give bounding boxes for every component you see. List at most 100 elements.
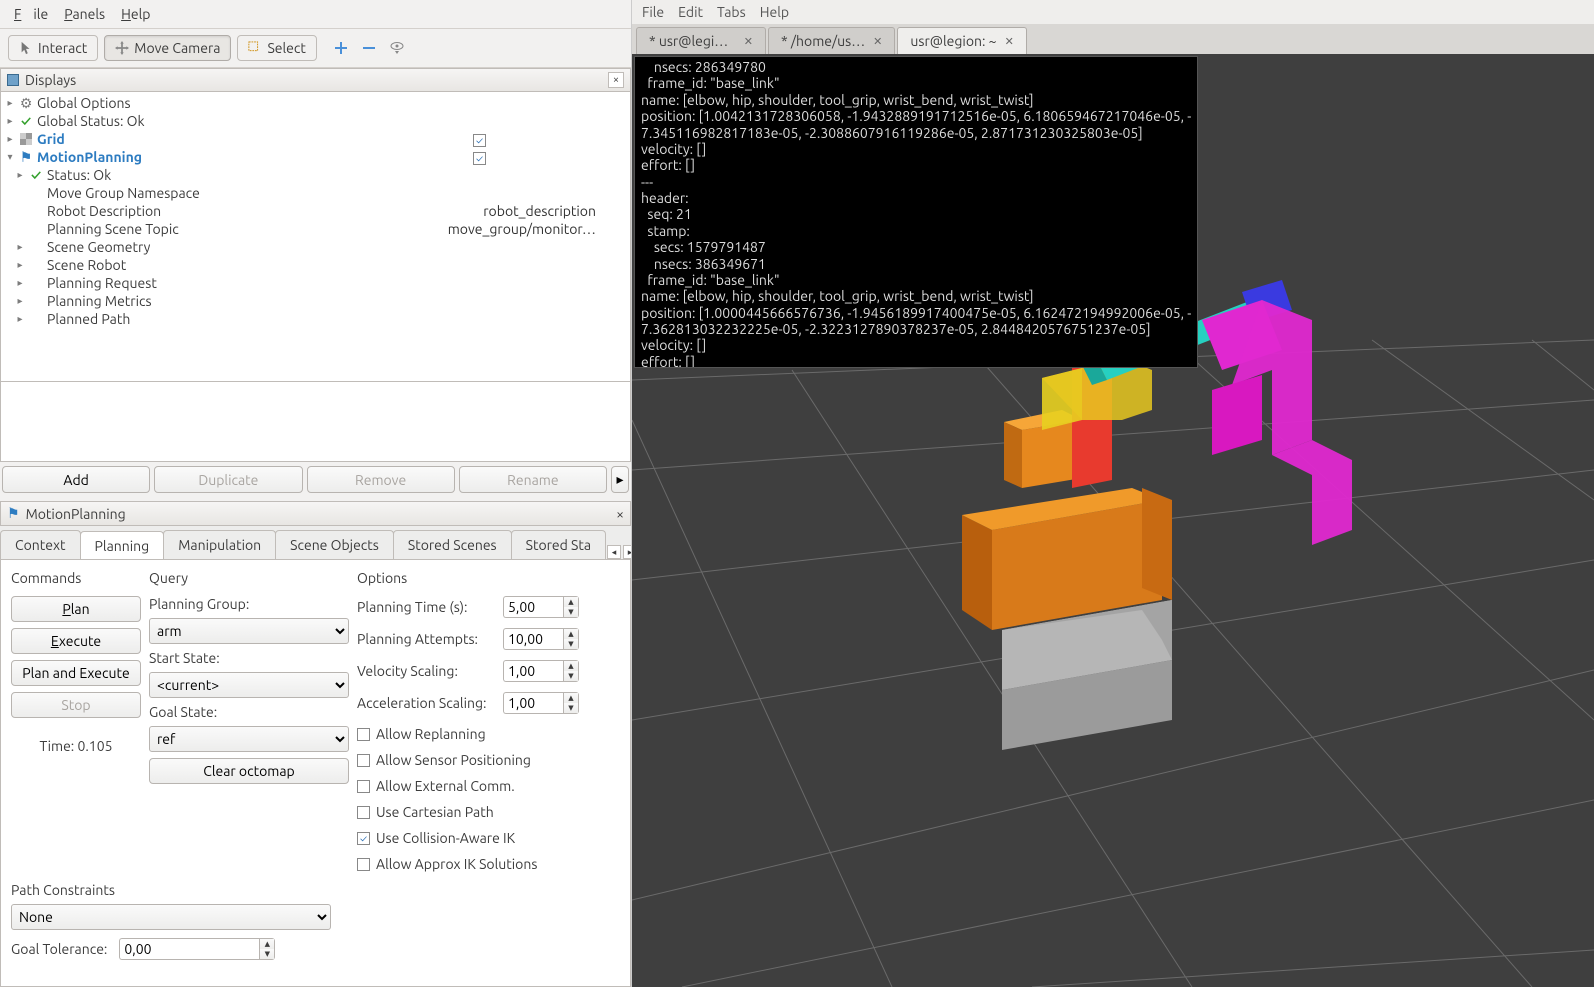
tab-stored-scenes[interactable]: Stored Scenes — [393, 530, 512, 559]
spin-down-icon[interactable]: ▼ — [564, 639, 578, 649]
scroll-right-button[interactable]: ▸ — [611, 466, 629, 493]
spin-up-icon[interactable]: ▲ — [564, 629, 578, 639]
focus-minus-icon[interactable] — [361, 40, 377, 56]
tab-scene-objects[interactable]: Scene Objects — [275, 530, 394, 559]
tabs-scroll-right-button[interactable]: ▸ — [623, 545, 631, 559]
approxik-checkbox[interactable] — [357, 858, 370, 871]
spin-down-icon[interactable]: ▼ — [260, 949, 274, 959]
replanning-checkbox[interactable] — [357, 728, 370, 741]
terminal-output[interactable]: nsecs: 286349780 frame_id: "base_link" n… — [634, 56, 1198, 368]
tree-mp-path[interactable]: Planned Path — [47, 311, 130, 327]
close-icon[interactable]: ✕ — [744, 35, 753, 48]
stop-button[interactable]: Stop — [11, 692, 141, 718]
tree-mp-planreq[interactable]: Planning Request — [47, 275, 157, 291]
rename-button[interactable]: Rename — [459, 466, 607, 493]
close-icon[interactable]: ✕ — [873, 35, 882, 48]
cartesian-label: Use Cartesian Path — [376, 804, 494, 820]
replanning-label: Allow Replanning — [376, 726, 486, 742]
select-button[interactable]: Select — [237, 35, 316, 61]
plan-time-input[interactable] — [503, 596, 563, 618]
spin-down-icon[interactable]: ▼ — [564, 671, 578, 681]
tree-mp-scenerobot[interactable]: Scene Robot — [47, 257, 126, 273]
start-state-select[interactable]: <current> — [149, 672, 349, 698]
commands-heading: Commands — [11, 570, 141, 586]
goal-state-select[interactable]: ref — [149, 726, 349, 752]
close-icon[interactable]: ✕ — [1005, 35, 1014, 48]
tab-context[interactable]: Context — [0, 530, 81, 559]
collisionik-checkbox[interactable]: ✓ — [357, 832, 370, 845]
displays-panel-header: Displays × — [0, 68, 631, 92]
menu-file[interactable]: File — [8, 4, 54, 24]
tree-mp-robotdesc[interactable]: Robot Description — [47, 203, 161, 219]
goal-state-label: Goal State: — [149, 704, 349, 720]
tree-mp-scenetopic[interactable]: Planning Scene Topic — [47, 221, 179, 237]
mp-tabs: Context Planning Manipulation Scene Obje… — [0, 526, 631, 560]
spin-up-icon[interactable]: ▲ — [564, 597, 578, 607]
tree-mp-status[interactable]: Status: Ok — [47, 167, 111, 183]
path-constraints-select[interactable]: None — [11, 904, 331, 930]
spin-down-icon[interactable]: ▼ — [564, 607, 578, 617]
plan-and-execute-button[interactable]: Plan and Execute — [11, 660, 141, 686]
move-camera-button[interactable]: Move Camera — [104, 35, 231, 61]
velocity-scaling-label: Velocity Scaling: — [357, 663, 497, 679]
tree-mp-namespace[interactable]: Move Group Namespace — [47, 185, 200, 201]
extcomm-checkbox[interactable] — [357, 780, 370, 793]
remove-button[interactable]: Remove — [307, 466, 455, 493]
tab-manipulation[interactable]: Manipulation — [163, 530, 276, 559]
duplicate-button[interactable]: Duplicate — [154, 466, 302, 493]
displays-close-button[interactable]: × — [608, 72, 624, 88]
term-tab-2[interactable]: * /home/us…✕ — [768, 27, 895, 54]
spin-up-icon[interactable]: ▲ — [564, 693, 578, 703]
interact-button[interactable]: Interact — [8, 35, 98, 61]
tree-global-options[interactable]: Global Options — [37, 95, 131, 111]
query-heading: Query — [149, 570, 349, 586]
acceleration-scaling-input[interactable] — [503, 692, 563, 714]
displays-tree[interactable]: ▸⚙Global Options ▸✓Global Status: Ok ▸Gr… — [0, 92, 631, 382]
spin-up-icon[interactable]: ▲ — [260, 939, 274, 949]
plan-button[interactable]: Plan — [11, 596, 141, 622]
cartesian-checkbox[interactable] — [357, 806, 370, 819]
term-menu-tabs[interactable]: Tabs — [717, 4, 746, 20]
eye-down-icon[interactable] — [389, 40, 405, 56]
tabs-scroll-left-button[interactable]: ◂ — [607, 545, 621, 559]
clear-octomap-button[interactable]: Clear octomap — [149, 758, 349, 784]
terminal-menubar: File Edit Tabs Help — [632, 0, 1594, 24]
planning-group-select[interactable]: arm — [149, 618, 349, 644]
sensor-checkbox[interactable] — [357, 754, 370, 767]
terminal-text: nsecs: 286349780 frame_id: "base_link" n… — [641, 59, 1191, 368]
term-menu-edit[interactable]: Edit — [678, 4, 703, 20]
mp-checkbox[interactable]: ✓ — [473, 152, 486, 165]
menubar-left: File Panels Help — [0, 0, 631, 29]
term-tab-1[interactable]: * usr@legioo…✕ — [636, 27, 766, 54]
tab-planning[interactable]: Planning — [80, 531, 165, 560]
tab-stored-states[interactable]: Stored Sta — [511, 530, 606, 559]
term-tab-3[interactable]: usr@legion: ~✕ — [897, 27, 1026, 54]
spin-down-icon[interactable]: ▼ — [564, 703, 578, 713]
time-label: Time: 0.105 — [11, 738, 141, 754]
grid-checkbox[interactable]: ✓ — [473, 134, 486, 147]
mp-panel-close-button[interactable]: × — [616, 506, 624, 522]
focus-plus-icon[interactable] — [333, 40, 349, 56]
grid-icon — [18, 131, 34, 147]
spin-up-icon[interactable]: ▲ — [564, 661, 578, 671]
menu-help[interactable]: Help — [115, 4, 156, 24]
planning-group-label: Planning Group: — [149, 596, 349, 612]
tree-motionplanning[interactable]: MotionPlanning — [37, 149, 142, 165]
term-menu-file[interactable]: File — [642, 4, 664, 20]
toolbar-icons — [333, 40, 405, 56]
plan-attempts-input[interactable] — [503, 628, 563, 650]
tree-mp-scenegeom[interactable]: Scene Geometry — [47, 239, 150, 255]
goal-tolerance-input[interactable] — [119, 938, 259, 960]
goal-tolerance-label: Goal Tolerance: — [11, 941, 107, 957]
term-menu-help[interactable]: Help — [760, 4, 789, 20]
add-button[interactable]: Add — [2, 466, 150, 493]
mp-panel-icon: ⚑ — [7, 505, 20, 522]
tree-mp-metrics[interactable]: Planning Metrics — [47, 293, 152, 309]
tree-global-status[interactable]: Global Status: Ok — [37, 113, 145, 129]
menu-panels[interactable]: Panels — [58, 4, 111, 24]
velocity-scaling-input[interactable] — [503, 660, 563, 682]
execute-button[interactable]: Execute — [11, 628, 141, 654]
tree-mp-scenetopic-val: move_group/monitor… — [448, 221, 626, 237]
tree-grid[interactable]: Grid — [37, 131, 65, 147]
sensor-label: Allow Sensor Positioning — [376, 752, 531, 768]
